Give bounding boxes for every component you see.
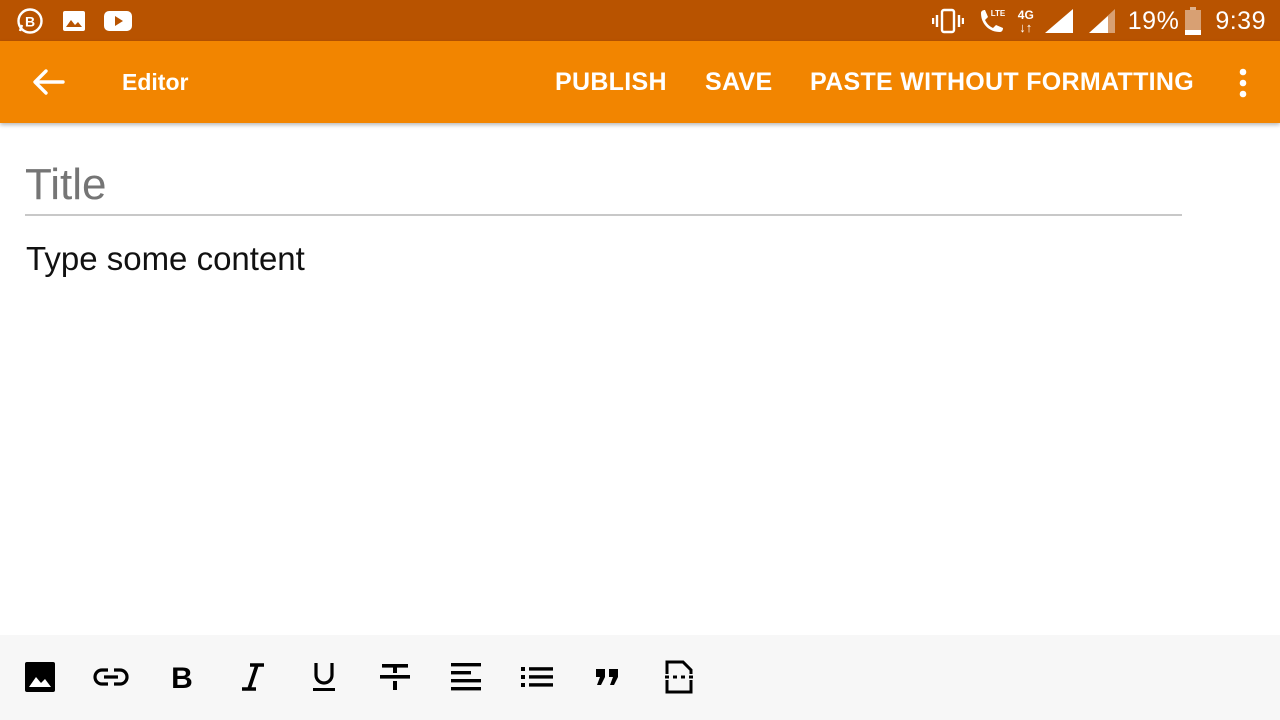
- insert-image-button[interactable]: [20, 657, 60, 697]
- strikethrough-button[interactable]: [375, 657, 415, 697]
- more-options-button[interactable]: [1232, 67, 1254, 99]
- battery-percent: 19%: [1127, 6, 1180, 35]
- italic-button[interactable]: [233, 657, 273, 697]
- page-title: Editor: [122, 69, 189, 95]
- clock: 9:39: [1215, 6, 1266, 35]
- publish-button[interactable]: PUBLISH: [555, 68, 667, 97]
- bold-button[interactable]: B: [162, 657, 202, 697]
- align-left-button[interactable]: [446, 657, 486, 697]
- quote-icon: [596, 669, 618, 685]
- more-vert-icon: [1239, 68, 1247, 98]
- page-break-button[interactable]: [659, 657, 699, 697]
- formatting-toolbar: B: [0, 635, 1280, 720]
- arrow-back-icon: [33, 69, 65, 95]
- svg-text:B: B: [25, 14, 35, 30]
- underline-button[interactable]: [304, 657, 344, 697]
- lte-label: LTE: [991, 9, 1006, 18]
- align-left-icon: [451, 663, 481, 691]
- image-notification-icon: [62, 10, 86, 32]
- content-editor[interactable]: Type some content: [26, 240, 305, 278]
- insert-link-button[interactable]: [91, 657, 131, 697]
- status-bar: B LTE 4G ↓↑ 19% 9:39: [0, 0, 1280, 41]
- battery-icon: [1185, 7, 1202, 35]
- quote-button[interactable]: [588, 657, 628, 697]
- strikethrough-icon: [380, 664, 410, 690]
- bulleted-list-button[interactable]: [517, 657, 557, 697]
- title-input[interactable]: [25, 160, 1182, 210]
- 4g-data-icon: 4G ↓↑: [1017, 7, 1034, 35]
- link-icon: [93, 668, 129, 686]
- network-type-label: 4G: [1017, 7, 1034, 22]
- youtube-notification-icon: [104, 11, 132, 31]
- page-break-icon: [665, 660, 693, 694]
- paste-without-formatting-button[interactable]: PASTE WITHOUT FORMATTING: [810, 68, 1194, 97]
- vibrate-icon: [931, 8, 964, 34]
- back-button[interactable]: [30, 66, 66, 98]
- system-status: LTE 4G ↓↑ 19% 9:39: [931, 6, 1266, 36]
- lte-call-icon: LTE: [978, 7, 1006, 35]
- bulleted-list-icon: [521, 667, 553, 687]
- signal-icon: [1088, 8, 1116, 34]
- underline-icon: [313, 663, 335, 691]
- bold-icon: B: [171, 662, 193, 692]
- title-field: [25, 154, 1182, 216]
- insert-image-icon: [25, 662, 55, 692]
- business-messenger-icon: B: [16, 7, 44, 35]
- notification-icons: B: [16, 8, 132, 34]
- signal-icon: [1044, 8, 1074, 34]
- italic-icon: [242, 663, 264, 691]
- svg-text:B: B: [171, 662, 193, 692]
- save-button[interactable]: SAVE: [705, 68, 772, 97]
- app-bar: Editor PUBLISH SAVE PASTE WITHOUT FORMAT…: [0, 41, 1280, 123]
